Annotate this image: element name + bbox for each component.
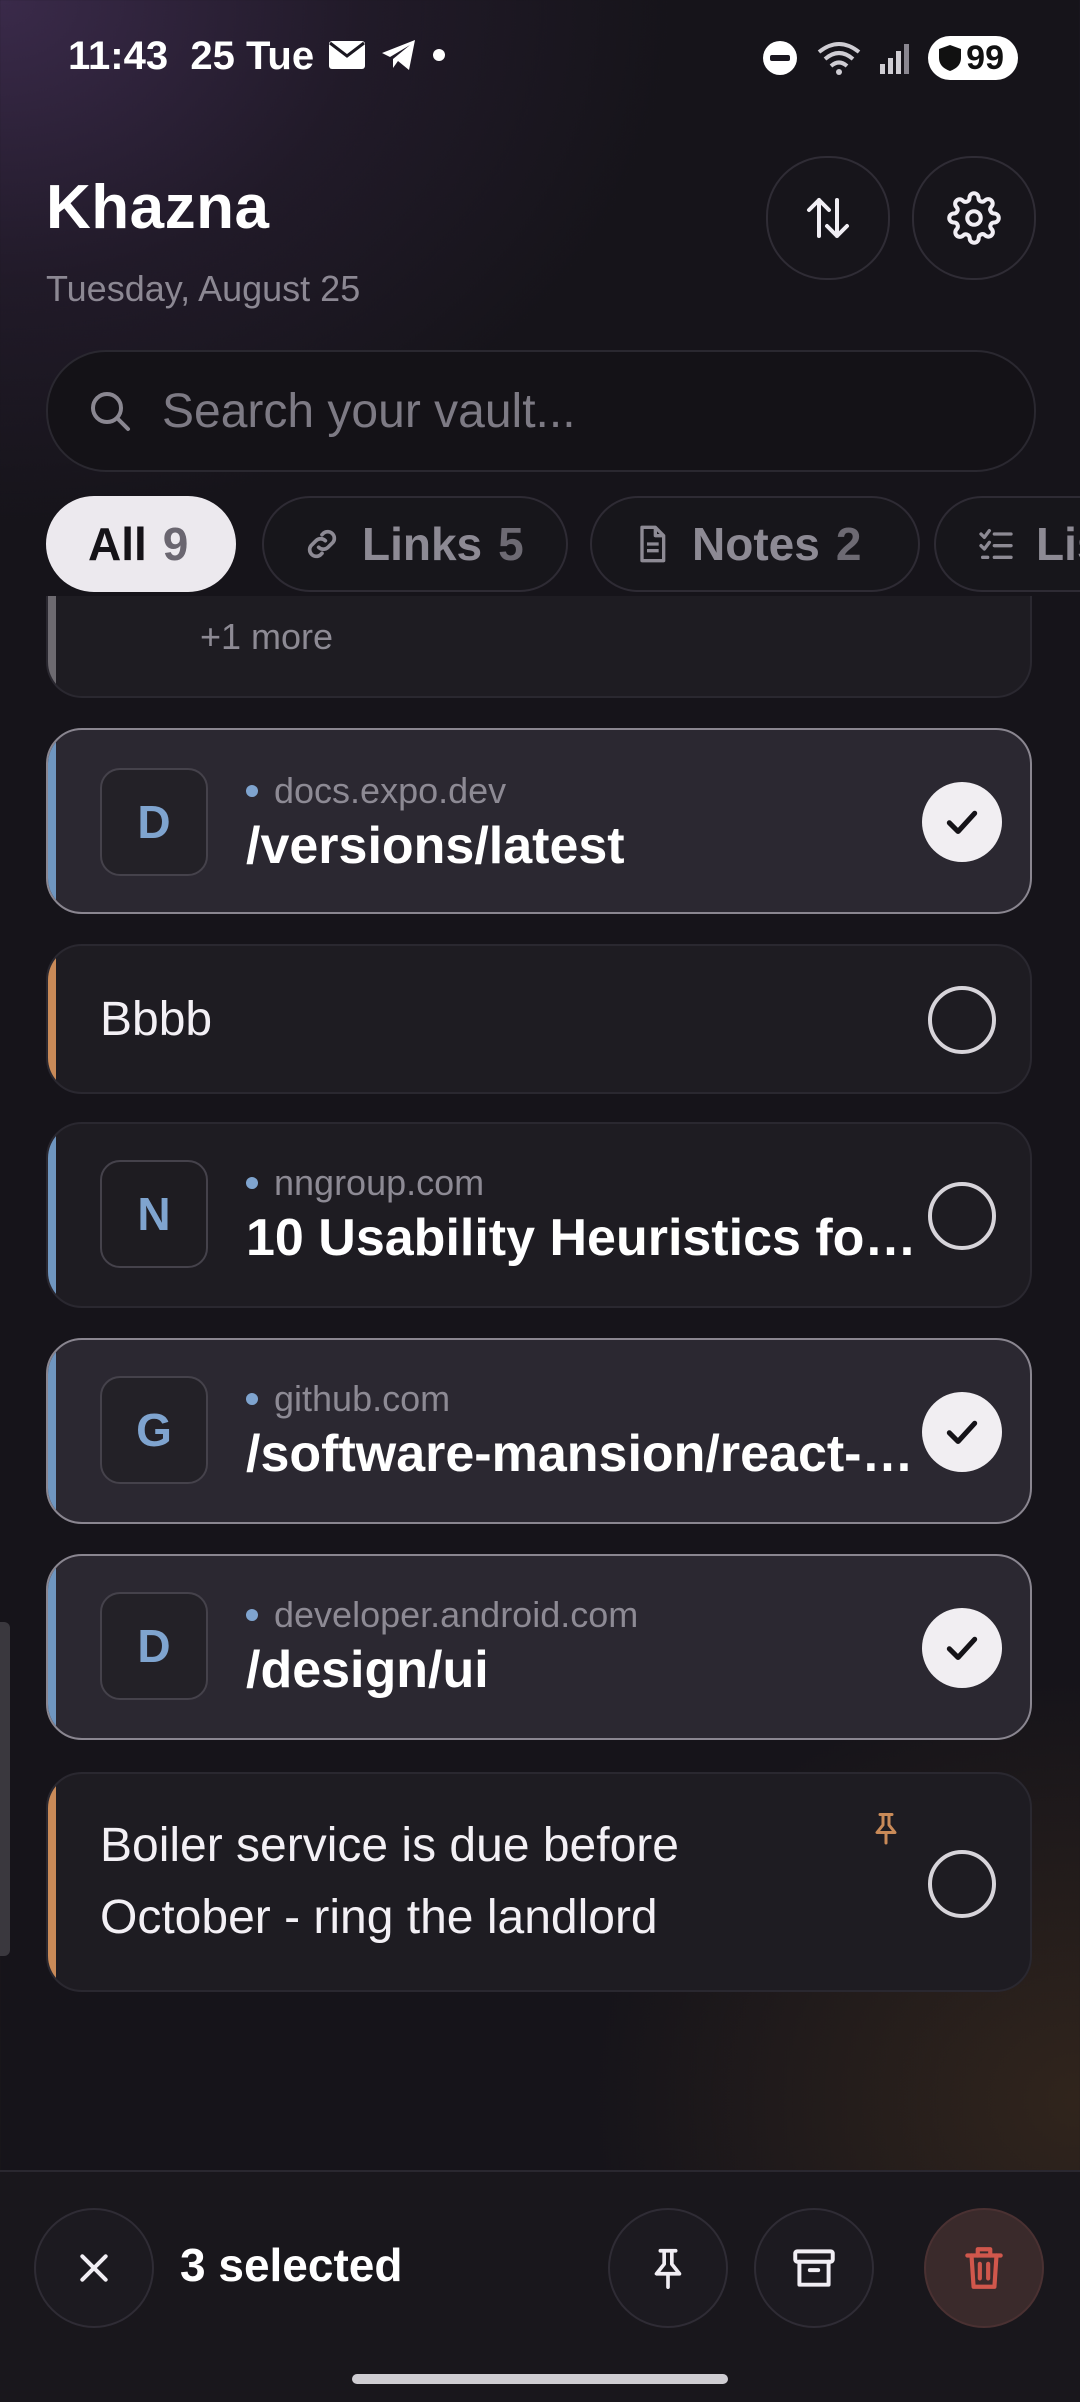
note-text: Boiler service is due before October - r… [100, 1819, 679, 1944]
chip-label: Notes [692, 518, 820, 570]
telegram-icon [382, 40, 415, 70]
avatar: D [100, 1592, 208, 1700]
filter-chip-links[interactable]: Links 5 [262, 496, 568, 592]
chip-label: Links [362, 518, 483, 570]
card-accent [48, 1774, 56, 1990]
selection-toolbar [0, 2170, 1080, 2402]
app-title: Khazna [46, 173, 270, 242]
selection-checkbox[interactable] [928, 986, 996, 1054]
delete-button[interactable] [924, 2208, 1044, 2328]
wifi-icon [817, 42, 861, 75]
check-icon [946, 810, 978, 835]
list-item-partial[interactable]: +1 more [46, 596, 1032, 698]
more-items-label: +1 more [200, 616, 334, 657]
search-icon [91, 392, 130, 431]
status-bar: 11:43 25 Tue 99 [0, 0, 1080, 120]
card-accent [48, 596, 56, 696]
signal-icon [880, 44, 910, 74]
scroll-handle[interactable] [0, 1622, 10, 1956]
chip-count: 9 [162, 518, 189, 570]
search-input[interactable] [160, 382, 984, 440]
selection-checkbox[interactable] [922, 1392, 1002, 1472]
selection-checkbox[interactable] [928, 1850, 996, 1918]
link-icon [307, 529, 337, 559]
link-title: /software-mansion/react-native-reanimate… [246, 1425, 926, 1483]
notification-icons [328, 38, 446, 72]
archive-icon [793, 2249, 835, 2287]
gear-icon [947, 191, 1001, 245]
status-time: 11:43 25 Tue [68, 34, 315, 78]
list-item-link[interactable]: D developer.android.com /design/ui [46, 1554, 1032, 1740]
sort-button[interactable] [766, 156, 890, 280]
link-title: 10 Usability Heuristics for User Interfa… [246, 1209, 926, 1267]
list-item-note[interactable]: Bbbb [46, 944, 1032, 1094]
link-domain: github.com [246, 1378, 450, 1420]
link-domain: developer.android.com [246, 1594, 638, 1636]
settings-button[interactable] [912, 156, 1036, 280]
list-item-link[interactable]: N nngroup.com 10 Usability Heuristics fo… [46, 1122, 1032, 1308]
pin-button[interactable] [608, 2208, 728, 2328]
close-icon [80, 2254, 108, 2282]
list-item-link[interactable]: D docs.expo.dev /versions/latest [46, 728, 1032, 914]
card-accent [48, 1124, 56, 1306]
link-domain: docs.expo.dev [246, 770, 506, 812]
filter-chips: All 9 Links 5 Notes 2 Lis [46, 496, 1080, 596]
selection-checkbox[interactable] [928, 1182, 996, 1250]
check-icon [946, 1420, 978, 1445]
filter-chip-all[interactable]: All 9 [46, 496, 236, 592]
clear-selection-button[interactable] [34, 2208, 154, 2328]
archive-button[interactable] [754, 2208, 874, 2328]
battery-shield-icon [939, 45, 962, 71]
system-icons: 99 [762, 36, 1018, 80]
check-icon [946, 1636, 978, 1661]
link-domain: nngroup.com [246, 1162, 484, 1204]
selected-count: 3 selected [180, 2239, 403, 2291]
card-accent [48, 730, 56, 912]
chip-count: 2 [835, 518, 862, 570]
selection-checkbox[interactable] [922, 1608, 1002, 1688]
pin-icon [654, 2248, 682, 2289]
filter-chip-lists[interactable]: Lis [934, 496, 1080, 592]
avatar: G [100, 1376, 208, 1484]
link-title: /design/ui [246, 1641, 489, 1699]
home-indicator[interactable] [352, 2374, 728, 2384]
chip-label: Lis [1036, 518, 1080, 570]
link-title: /versions/latest [246, 817, 625, 875]
sort-arrows-icon [807, 198, 849, 238]
avatar: D [100, 768, 208, 876]
dot-icon [433, 49, 445, 61]
card-accent [48, 1340, 56, 1522]
note-text: Bbbb [100, 993, 213, 1046]
checklist-icon [979, 529, 1013, 559]
filter-chip-notes[interactable]: Notes 2 [590, 496, 920, 592]
trash-icon [965, 2247, 1003, 2289]
list-item-link[interactable]: G github.com /software-mansion/react-nat… [46, 1338, 1032, 1524]
list-item-note[interactable]: Boiler service is due before October - r… [46, 1772, 1032, 1992]
card-accent [48, 1556, 56, 1738]
mail-icon [329, 41, 365, 69]
selection-checkbox[interactable] [922, 782, 1002, 862]
document-icon [640, 525, 666, 563]
search-bar[interactable] [46, 350, 1036, 472]
header-date: Tuesday, August 25 [46, 268, 361, 309]
card-accent [48, 946, 56, 1092]
chip-label: All [88, 518, 147, 570]
chip-count: 5 [498, 518, 524, 570]
battery-indicator: 99 [928, 36, 1018, 80]
pin-icon [875, 1813, 897, 1845]
dnd-icon [763, 41, 798, 75]
avatar: N [100, 1160, 208, 1268]
